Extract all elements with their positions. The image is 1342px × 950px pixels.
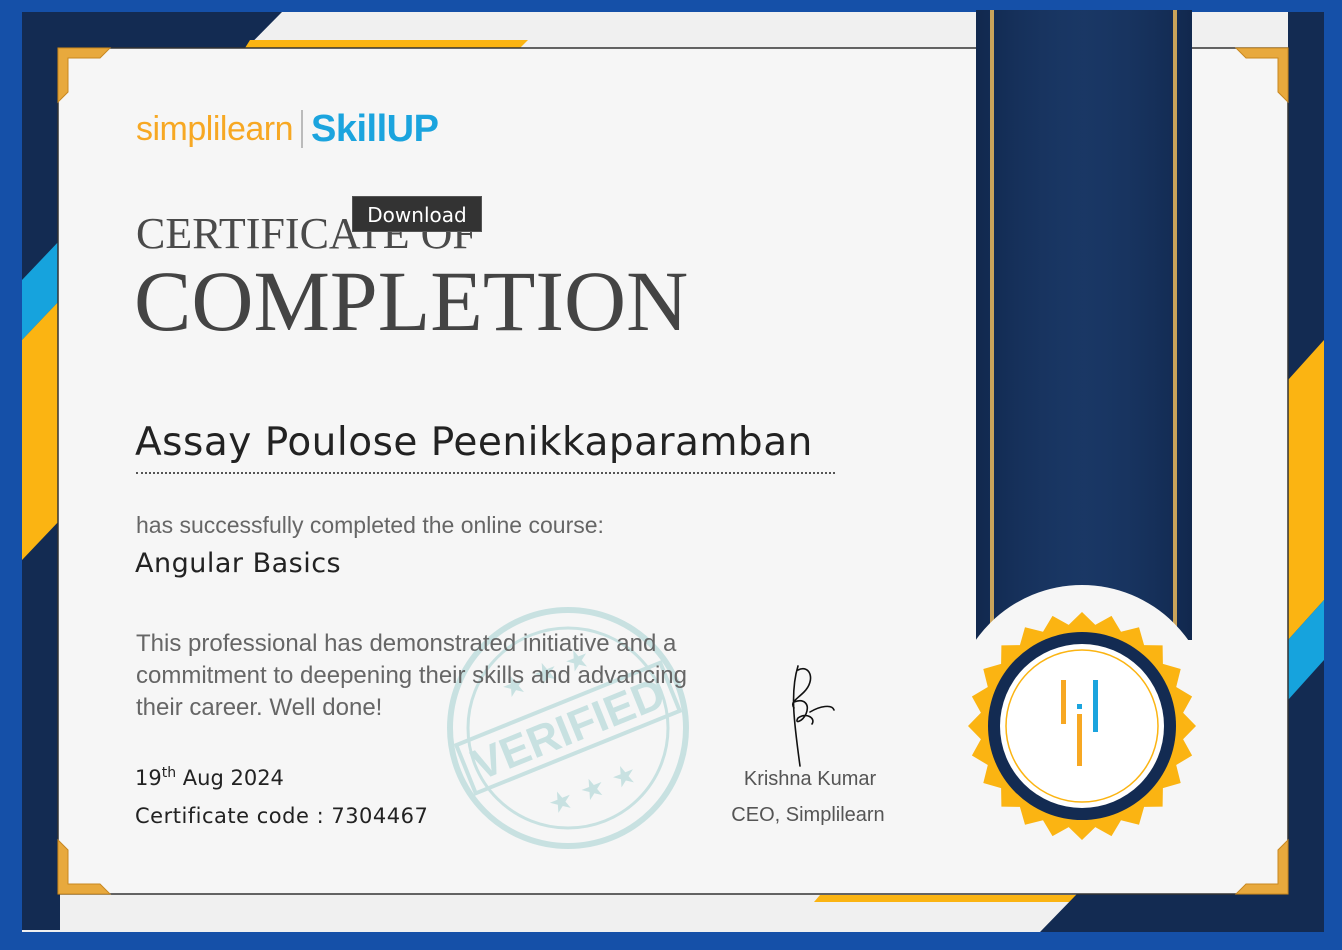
signatory-title: CEO, Simplilearn (731, 804, 885, 826)
course-name: Angular Basics (135, 548, 342, 579)
svg-text:★ ★ ★: ★ ★ ★ (543, 756, 642, 821)
certificate-code: Certificate code : 7304467 (135, 804, 428, 828)
signature (791, 665, 835, 767)
title-line2: COMPLETION (134, 253, 689, 349)
completed-text: has successfully completed the online co… (136, 512, 604, 538)
date-rest: Aug 2024 (182, 766, 284, 790)
code-value: 7304467 (331, 804, 429, 828)
brand-logo: simplilearn SkillUP (136, 104, 439, 154)
logo-mark-bar-orange (1061, 680, 1066, 724)
signatory-name: Krishna Kumar (743, 768, 877, 790)
download-tooltip[interactable]: Download (352, 196, 482, 232)
logo-divider (301, 110, 303, 148)
date-suffix: th (161, 765, 177, 781)
issue-date: 19th Aug 2024 (135, 765, 284, 790)
skillup-wordmark: SkillUP (311, 107, 439, 150)
logo-mark-bar-blue (1093, 680, 1098, 732)
recipient-name: Assay Poulose Peenikkaparamban (135, 420, 813, 465)
description-text: This professional has demonstrated initi… (136, 630, 687, 721)
code-label: Certificate code : (135, 804, 332, 828)
name-underline (136, 472, 835, 474)
simplilearn-wordmark: simplilearn (136, 109, 294, 148)
date-day: 19 (135, 766, 162, 790)
certificate: simplilearn SkillUP CERTIFICATE OF COMPL… (0, 0, 1342, 950)
seal-badge (968, 612, 1196, 840)
